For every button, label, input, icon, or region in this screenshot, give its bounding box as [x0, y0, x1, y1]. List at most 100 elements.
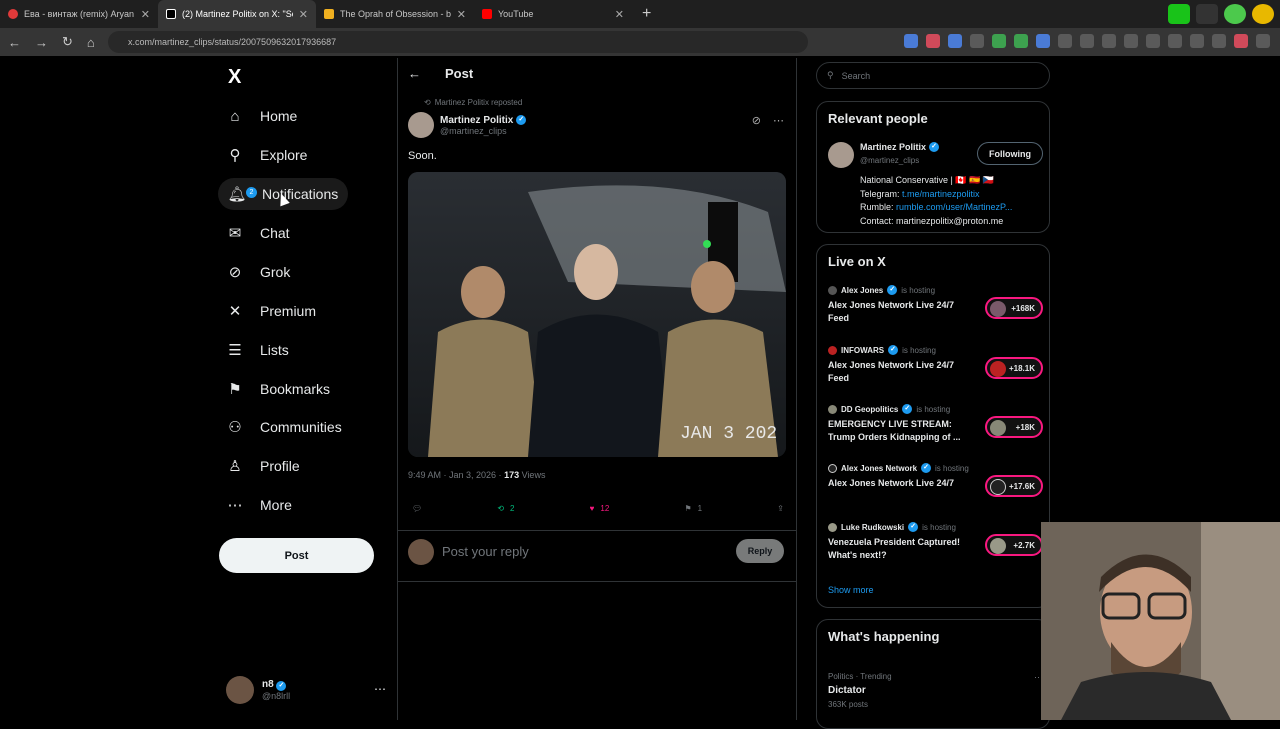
- hosting-label: is hosting: [916, 404, 951, 414]
- account-handle: @n8lrll: [262, 691, 291, 701]
- search-input[interactable]: ⚲ Search: [816, 62, 1050, 89]
- live-count-badge: +18.1K: [985, 357, 1043, 379]
- nav-communities[interactable]: ⚇ Communities: [226, 414, 341, 440]
- history-icon[interactable]: [1102, 34, 1116, 48]
- show-more-link[interactable]: Show more: [828, 585, 874, 595]
- profile-avatar[interactable]: [1234, 34, 1248, 48]
- verified-icon: ✓: [929, 142, 940, 152]
- like-action[interactable]: ♥ 12: [590, 504, 610, 513]
- trend-item[interactable]: Politics · Trending Dictator 363K posts …: [828, 672, 1043, 709]
- more-dots-icon[interactable]: ⋯: [773, 114, 784, 127]
- extension-icon[interactable]: [992, 34, 1006, 48]
- extension-icon[interactable]: [1212, 34, 1226, 48]
- nav-explore[interactable]: ⚲ Explore: [226, 142, 308, 168]
- nav-more[interactable]: ⋯ More: [226, 492, 292, 518]
- avatar: [828, 142, 854, 168]
- retweet-action[interactable]: ⟲ 2: [497, 504, 514, 513]
- list-icon: ☰: [228, 342, 242, 359]
- post-image[interactable]: JAN 3 202: [408, 172, 786, 457]
- tab-close-icon[interactable]: ✕: [299, 8, 308, 21]
- bookmark-action[interactable]: ⚑ 1: [684, 504, 702, 513]
- reply-input[interactable]: Post your reply: [442, 544, 529, 559]
- extension-icon[interactable]: [926, 34, 940, 48]
- browser-tab[interactable]: Ева - винтаж (remix) Aryan ✕: [0, 0, 158, 28]
- rumble-link[interactable]: rumble.com/user/MartinezP...: [896, 202, 1012, 212]
- more-dots-icon[interactable]: ⋯: [374, 682, 386, 696]
- reply-button[interactable]: Reply: [736, 539, 784, 563]
- share-action[interactable]: ⇪: [777, 504, 784, 513]
- extension-icon[interactable]: [1168, 34, 1182, 48]
- post-button[interactable]: Post: [219, 538, 374, 573]
- tab-close-icon[interactable]: ✕: [615, 8, 624, 21]
- relevant-people-card: Relevant people Martinez Politix ✓ @marti…: [816, 101, 1050, 233]
- avatar: [828, 463, 837, 473]
- grok-icon[interactable]: ⊘: [752, 114, 761, 127]
- live-item[interactable]: INFOWARS ✓ is hosting Alex Jones Network L…: [828, 345, 1043, 385]
- live-item[interactable]: Luke Rudkowski ✓ is hosting Venezuela Pres…: [828, 522, 1043, 562]
- nav-premium[interactable]: ✕ Premium: [226, 298, 316, 324]
- x-logo[interactable]: X: [228, 66, 241, 89]
- extension-icon[interactable]: [1190, 34, 1204, 48]
- browser-tab[interactable]: The Oprah of Obsession - by R ✕: [316, 0, 474, 28]
- browser-tab-active[interactable]: (2) Martinez Politix on X: "Soon. ✕: [158, 0, 316, 28]
- account-switcher[interactable]: n8 ✓ @n8lrll ⋯: [226, 676, 386, 704]
- forward-icon[interactable]: →: [35, 35, 48, 50]
- home-icon[interactable]: ⌂: [87, 35, 95, 50]
- extension-icon[interactable]: [1124, 34, 1138, 48]
- post-top-actions: ⊘ ⋯: [752, 114, 784, 127]
- post-meta: 9:49 AM · Jan 3, 2026 · 173 Views: [408, 470, 545, 480]
- live-item[interactable]: DD Geopolitics ✓ is hosting EMERGENCY LIVE…: [828, 404, 1043, 444]
- nav-label: Premium: [260, 303, 317, 319]
- reply-action[interactable]: 💬︎: [412, 504, 422, 513]
- nav-profile[interactable]: ♙ Profile: [226, 453, 299, 479]
- devtools-icon[interactable]: [1146, 34, 1160, 48]
- hosting-label: is hosting: [901, 285, 936, 295]
- host-name: Alex Jones: [841, 285, 884, 295]
- nav-bookmarks[interactable]: ⚑ Bookmarks: [226, 376, 330, 402]
- live-title: Alex Jones Network Live 24/7 Feed: [828, 360, 955, 383]
- reload-icon[interactable]: ↻: [62, 34, 73, 50]
- live-count: +2.7K: [1013, 540, 1035, 550]
- nav-home[interactable]: ⌂ Home: [226, 103, 297, 129]
- notification-badge: 2: [246, 187, 257, 198]
- home-icon: ⌂: [230, 107, 240, 125]
- extension-icon[interactable]: [904, 34, 918, 48]
- following-button[interactable]: Following: [977, 142, 1043, 165]
- extension-icon[interactable]: [1058, 34, 1072, 48]
- telegram-link[interactable]: t.me/martinezpolitix: [902, 189, 980, 199]
- extension-icon[interactable]: [970, 34, 984, 48]
- emoji-icon: [1252, 4, 1274, 24]
- whats-happening-card: What's happening Politics · Trending Dic…: [816, 619, 1050, 729]
- live-host: INFOWARS ✓ is hosting: [828, 345, 1043, 355]
- views-label: Views: [519, 470, 546, 480]
- trend-count: 363K posts: [828, 700, 869, 709]
- verified-icon: ✓: [887, 285, 898, 295]
- back-arrow-icon[interactable]: ←: [408, 66, 421, 81]
- tab-close-icon[interactable]: ✕: [141, 8, 150, 21]
- extension-icon[interactable]: [948, 34, 962, 48]
- tab-close-icon[interactable]: ✕: [457, 8, 466, 21]
- browser-tab[interactable]: YouTube ✕: [474, 0, 632, 28]
- nav-grok[interactable]: ⊘ Grok: [226, 259, 291, 285]
- nav-chat[interactable]: ✉ Chat: [226, 220, 290, 246]
- search-icon: ⚲: [229, 147, 241, 164]
- tab-favicon-icon: [324, 9, 334, 19]
- live-item[interactable]: Alex Jones Network ✓ is hosting Alex Jones…: [828, 463, 1043, 497]
- communities-icon: ⚇: [228, 419, 242, 436]
- post-author[interactable]: Martinez Politix ✓ @martinez_clips: [408, 112, 527, 138]
- person-handle: @martinez_clips: [860, 156, 920, 165]
- menu-icon[interactable]: [1256, 34, 1270, 48]
- back-icon[interactable]: ←: [8, 35, 21, 50]
- grok-icon: ⊘: [228, 264, 242, 281]
- extension-icon[interactable]: [1036, 34, 1050, 48]
- extension-icon[interactable]: [1014, 34, 1028, 48]
- url-field[interactable]: x.com/martinez_clips/status/200750963201…: [108, 31, 808, 53]
- live-item[interactable]: Alex Jones ✓ is hosting Alex Jones Network…: [828, 285, 1043, 325]
- new-tab-icon[interactable]: +: [642, 5, 651, 23]
- extension-icon[interactable]: [1080, 34, 1094, 48]
- nav-label: Chat: [260, 225, 290, 241]
- author-handle: @martinez_clips: [440, 125, 507, 136]
- nav-lists[interactable]: ☰ Lists: [226, 337, 289, 363]
- bio-line: Rumble: rumble.com/user/MartinezP...: [860, 201, 1040, 215]
- browser-tab-bar: Ева - винтаж (remix) Aryan ✕ (2) Martinez…: [0, 0, 1280, 28]
